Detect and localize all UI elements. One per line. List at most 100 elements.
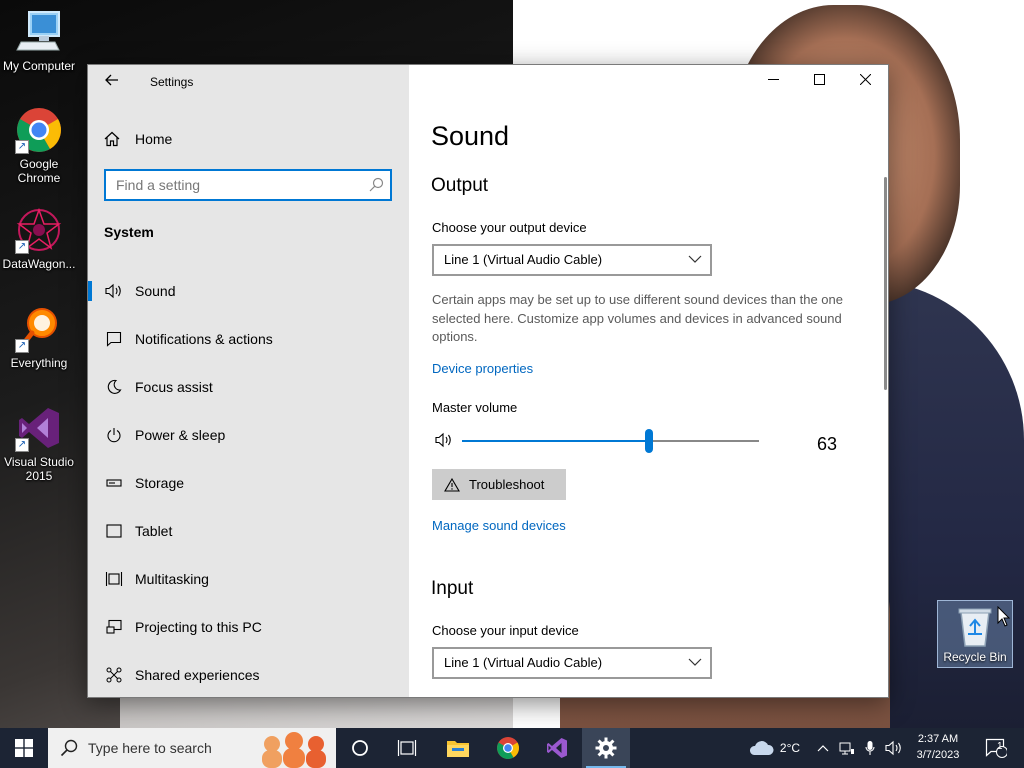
desktop-icon-my-computer[interactable]: My Computer [1,8,77,73]
back-button[interactable] [98,69,126,95]
sidebar-item-label: Sound [135,283,176,299]
moon-icon [104,377,124,397]
windows-logo-icon [15,739,33,757]
arrow-left-icon [105,74,118,86]
projecting-icon [104,617,124,637]
volume-speaker-icon[interactable] [435,432,453,448]
settings-window: Settings Home System Sound Noti [87,64,889,698]
desktop-icon-chrome[interactable]: ↗ Google Chrome [1,106,77,185]
taskbar-clock[interactable]: 2:37 AM 3/7/2023 [908,731,968,763]
everything-search-icon: ↗ [15,305,63,353]
speaker-icon [104,281,124,301]
output-device-label: Choose your output device [432,220,587,235]
input-device-dropdown[interactable]: Line 1 (Virtual Audio Cable) [432,647,712,679]
sidebar-item-shared-experiences[interactable]: Shared experiences [88,655,409,695]
taskbar-file-explorer[interactable] [434,728,482,768]
desktop-icon-label: My Computer [2,59,76,73]
notification-icon [985,738,1007,758]
close-icon [859,73,871,86]
clock-time: 2:37 AM [917,733,959,745]
sidebar-item-label: Storage [135,475,185,491]
sidebar-item-storage[interactable]: Storage [88,463,409,503]
master-volume-slider[interactable] [462,429,759,453]
shortcut-arrow-icon: ↗ [15,339,29,353]
notification-icon [104,329,124,349]
chrome-icon: ↗ [15,106,63,154]
sidebar-item-multitasking[interactable]: Multitasking [88,559,409,599]
sidebar-item-notifications[interactable]: Notifications & actions [88,319,409,359]
weather-widget[interactable]: 2°C [742,728,806,768]
input-device-value: Line 1 (Virtual Audio Cable) [444,655,603,670]
page-title: Sound [431,121,510,151]
power-icon [104,425,124,445]
shortcut-arrow-icon: ↗ [15,140,29,154]
volume-slider-thumb[interactable] [645,429,653,453]
input-heading: Input [431,578,474,599]
shared-icon [104,665,124,685]
microphone-tray-button[interactable] [860,728,880,768]
chrome-icon [497,737,519,759]
desktop-icon-label: Everything [10,356,68,370]
warning-icon [444,477,460,492]
settings-content: Sound Output Choose your output device L… [409,65,888,697]
minimize-button[interactable] [750,65,796,97]
output-heading: Output [431,175,489,196]
sidebar-item-power-sleep[interactable]: Power & sleep [88,415,409,455]
troubleshoot-button[interactable]: Troubleshoot [432,469,566,500]
desktop-icon-visual-studio[interactable]: ↗ Visual Studio 2015 [1,404,77,483]
output-device-dropdown[interactable]: Line 1 (Virtual Audio Cable) [432,244,712,276]
taskbar-search-box[interactable]: Type here to search [48,728,336,768]
recycle-bin-label: Recycle Bin [943,650,1007,664]
sidebar-item-label: Power & sleep [135,427,226,443]
search-icon [369,177,384,192]
taskbar-settings[interactable] [582,728,630,768]
sidebar-item-focus-assist[interactable]: Focus assist [88,367,409,407]
maximize-button[interactable] [796,65,842,97]
desktop-icon-label: Visual Studio 2015 [4,455,74,483]
tablet-icon [104,521,124,541]
taskbar-chrome[interactable] [484,728,532,768]
home-nav-item[interactable]: Home [104,129,172,149]
network-tray-button[interactable] [836,728,858,768]
microphone-icon [865,741,875,755]
settings-sidebar: Settings Home System Sound Noti [88,65,409,697]
weather-temperature: 2°C [779,741,801,755]
mouse-cursor-icon [997,606,1011,627]
sidebar-item-tablet[interactable]: Tablet [88,511,409,551]
taskbar-visual-studio[interactable] [533,728,581,768]
sidebar-item-label: Focus assist [135,379,213,395]
task-view-icon [397,740,417,756]
desktop-icon-datawagon[interactable]: ↗ DataWagon... [1,206,77,271]
folder-icon [447,741,469,757]
desktop-icon-label: Google Chrome [17,157,61,185]
volume-tray-button[interactable] [882,728,906,768]
maximize-icon [813,74,825,85]
find-setting-search-box[interactable] [104,169,392,201]
desktop-icon-label: DataWagon... [2,257,76,271]
sidebar-item-label: Multitasking [135,571,209,587]
cortana-circle-icon [352,740,368,756]
window-title: Settings [150,75,194,89]
sidebar-item-projecting[interactable]: Projecting to this PC [88,607,409,647]
task-view-button[interactable] [384,728,430,768]
cortana-button[interactable] [337,728,383,768]
action-center-button[interactable]: 1 [976,728,1016,768]
show-hidden-icons-button[interactable] [812,728,834,768]
cloud-icon [749,741,774,755]
manage-sound-devices-link[interactable]: Manage sound devices [432,518,566,533]
chevron-down-icon [688,255,702,263]
sidebar-group-label: System [104,224,154,240]
minimize-icon [767,79,779,80]
device-properties-link[interactable]: Device properties [432,361,533,376]
close-button[interactable] [842,65,888,97]
home-icon [104,131,120,147]
find-setting-input[interactable] [106,171,356,199]
desktop-icon-everything[interactable]: ↗ Everything [1,305,77,370]
sidebar-item-sound[interactable]: Sound [88,271,409,311]
start-button[interactable] [0,728,48,768]
volume-slider-fill [462,440,649,442]
taskbar-search-placeholder: Type here to search [88,740,212,756]
troubleshoot-label: Troubleshoot [469,477,545,492]
content-scrollbar[interactable] [884,177,887,390]
search-highlight-people-icon [262,732,326,768]
